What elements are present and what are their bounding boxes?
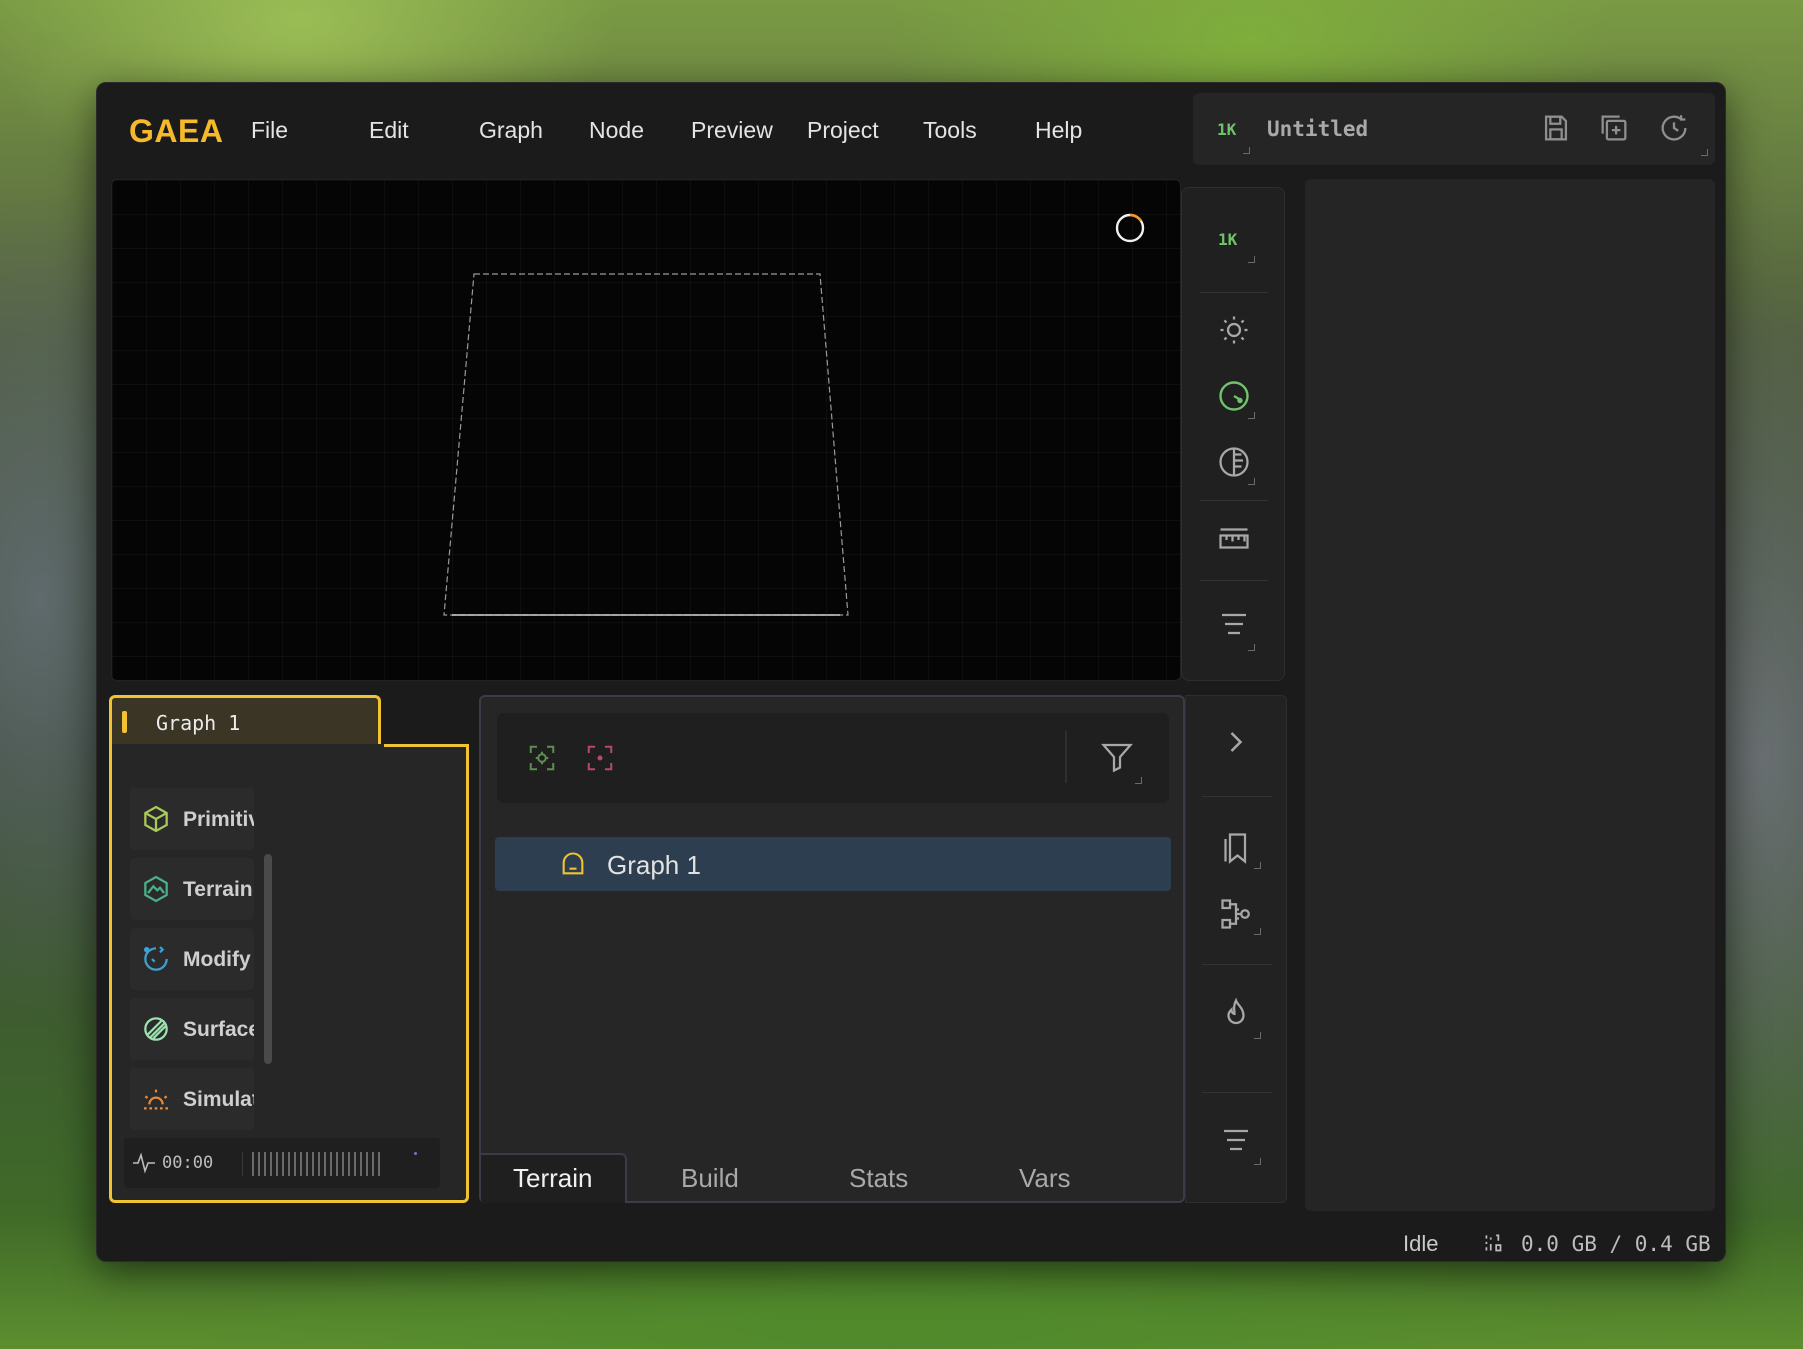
frame-selection-icon[interactable] (585, 743, 615, 773)
tab-terrain[interactable]: Terrain (481, 1153, 627, 1203)
render-mode-icon[interactable] (1216, 378, 1252, 414)
corner-marker (1254, 1032, 1261, 1039)
cube-icon (144, 805, 168, 833)
status-state: Idle (1403, 1231, 1439, 1256)
explorer-toolbar (497, 713, 1169, 803)
divider (1202, 796, 1272, 797)
save-icon[interactable] (1539, 111, 1573, 145)
tab-vars[interactable]: Vars (1019, 1153, 1071, 1203)
explorer-side-toolbar (1185, 695, 1287, 1203)
menu-edit[interactable]: Edit (359, 117, 469, 144)
tree-item-label: Graph 1 (607, 850, 701, 880)
corner-marker (1135, 777, 1142, 784)
node-library: Primitives Terrain Modify Surface (109, 744, 469, 1203)
explorer-panel: Graph 1 Terrain Build Stats Vars (479, 695, 1185, 1203)
divider (1200, 500, 1268, 501)
corner-marker (1243, 147, 1250, 154)
shading-icon[interactable] (1216, 444, 1252, 480)
build-timer: 00:00 (162, 1153, 214, 1173)
library-scrollbar[interactable] (264, 854, 272, 1064)
mountain-icon (144, 875, 168, 903)
activity-icon (133, 1152, 155, 1174)
category-label: Terrain (183, 878, 253, 901)
app-logo: GAEA (129, 113, 224, 149)
ruler-icon[interactable] (1216, 522, 1252, 558)
menu-tools[interactable]: Tools (919, 117, 1031, 144)
divider (1200, 580, 1268, 581)
memory-usage: 0.0 GB / 0.4 GB (1521, 1232, 1711, 1256)
corner-marker (1254, 1158, 1261, 1165)
corner-marker (1248, 256, 1255, 263)
loading-spinner-icon (1115, 213, 1145, 243)
graph-icon (562, 852, 584, 875)
flame-icon[interactable] (1218, 996, 1254, 1032)
divider (1200, 292, 1268, 293)
corner-marker (1254, 928, 1261, 935)
graph-tab[interactable]: Graph 1 (109, 695, 381, 747)
category-label: Primitives (183, 808, 254, 831)
tree-item-graph-1[interactable]: Graph 1 (495, 837, 1171, 891)
graph-panel: Graph 1 Primitives Terrain Modify (109, 695, 469, 1203)
filter-icon[interactable] (1099, 739, 1135, 775)
activity-strip: 00:00 (124, 1138, 440, 1188)
menu-file[interactable]: File (247, 117, 359, 144)
focus-select-icon[interactable] (527, 743, 557, 773)
viewport-3d[interactable] (111, 179, 1181, 681)
resolution-badge[interactable]: 1K (1217, 120, 1236, 139)
category-label: Simulate (183, 1088, 254, 1111)
save-as-icon[interactable] (1597, 111, 1631, 145)
category-terrain[interactable]: Terrain (130, 858, 254, 920)
category-primitives[interactable]: Primitives (130, 788, 254, 850)
node-tree-icon[interactable] (1218, 896, 1254, 932)
explorer-tabs: Terrain Build Stats Vars (481, 1153, 1187, 1205)
corner-marker (1248, 412, 1255, 419)
divider (1202, 1092, 1272, 1093)
viewport-resolution-badge[interactable]: 1K (1218, 230, 1237, 249)
menu-preview[interactable]: Preview (687, 117, 803, 144)
chevron-right-icon[interactable] (1218, 724, 1254, 760)
status-bar: Idle 0.0 GB / 0.4 GB (97, 1223, 1727, 1263)
tab-stats[interactable]: Stats (849, 1153, 908, 1203)
project-title[interactable]: Untitled (1267, 117, 1368, 141)
modify-icon (143, 946, 168, 971)
viewport-toolbar: 1K (1181, 187, 1285, 681)
category-modify[interactable]: Modify (130, 928, 254, 990)
category-label: Surface (183, 1018, 254, 1041)
sun-icon (144, 1089, 168, 1110)
project-bar: 1K Untitled (1193, 93, 1715, 165)
category-label: Modify (183, 948, 251, 971)
divider (1202, 964, 1272, 965)
menu-lines-icon[interactable] (1218, 1122, 1254, 1158)
graph-tab-indicator (122, 711, 127, 733)
memory-icon (1485, 1234, 1502, 1252)
history-icon[interactable] (1657, 111, 1691, 145)
menu-project[interactable]: Project (803, 117, 919, 144)
menu-graph[interactable]: Graph (469, 117, 583, 144)
bookmarks-icon[interactable] (1218, 830, 1254, 866)
menu-lines-icon[interactable] (1216, 606, 1252, 642)
properties-panel (1305, 179, 1715, 1211)
tab-build[interactable]: Build (681, 1153, 739, 1203)
corner-marker (1254, 862, 1261, 869)
menu-node[interactable]: Node (583, 117, 687, 144)
corner-marker (1248, 478, 1255, 485)
divider (1065, 731, 1067, 783)
surface-icon (144, 1017, 168, 1041)
activity-meter (252, 1152, 384, 1176)
menu-bar: File Edit Graph Node Preview Project Too… (247, 117, 1111, 144)
divider (242, 1152, 243, 1176)
corner-marker (1248, 644, 1255, 651)
activity-dot (414, 1152, 417, 1155)
corner-marker (1701, 149, 1708, 156)
lighting-icon[interactable] (1216, 312, 1252, 348)
category-surface[interactable]: Surface (130, 998, 254, 1060)
terrain-bounds-outline (443, 273, 849, 616)
category-simulate[interactable]: Simulate (130, 1068, 254, 1130)
app-window: GAEA File Edit Graph Node Preview Projec… (96, 82, 1726, 1262)
menu-help[interactable]: Help (1031, 117, 1111, 144)
graph-tab-label: Graph 1 (156, 711, 241, 735)
